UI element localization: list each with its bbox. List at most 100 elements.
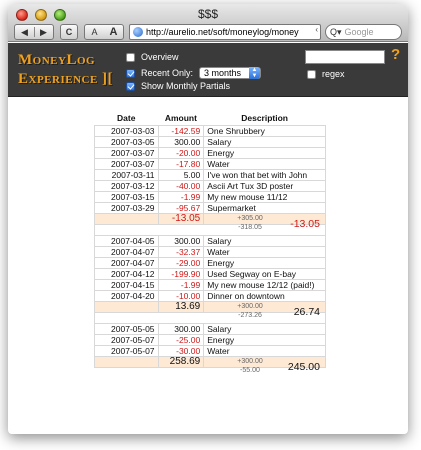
- row-date: 2007-03-12: [94, 179, 159, 192]
- partial-breakdown: +305.00 -318.05: [237, 214, 263, 232]
- table-row: 2007-04-05 300.00 Salary: [94, 234, 326, 247]
- row-amount: 300.00: [157, 234, 205, 247]
- row-date: 2007-04-15: [94, 278, 159, 291]
- search-field[interactable]: Q▾ Google: [325, 24, 402, 40]
- nav-button-group: ◀ ▶: [14, 24, 54, 40]
- table-row: 2007-04-12 -199.90 Used Segway on E-bay: [94, 267, 326, 280]
- forward-button[interactable]: ▶: [34, 27, 53, 38]
- row-date: 2007-04-07: [94, 245, 159, 258]
- row-amount: -32.37: [157, 245, 205, 258]
- row-amount: -142.59: [157, 124, 205, 137]
- logo-line-2: Experience ][: [18, 71, 114, 87]
- overview-checkbox[interactable]: [126, 52, 135, 62]
- partial-amount: 258.69: [157, 355, 205, 368]
- partial-date-cell: [94, 355, 159, 368]
- table-row: 2007-03-12 -40.00 Ascii Art Tux 3D poster: [94, 179, 326, 192]
- partial-breakdown: +300.00 -55.00: [237, 357, 263, 375]
- row-description: Used Segway on E-bay: [203, 267, 326, 280]
- text-smaller-button[interactable]: A: [85, 27, 104, 37]
- row-amount: -25.00: [157, 333, 205, 346]
- monthly-partials-option[interactable]: Show Monthly Partials: [126, 81, 230, 91]
- overview-option[interactable]: Overview: [126, 52, 179, 62]
- partial-date-cell: [94, 212, 159, 225]
- row-date: 2007-05-07: [94, 333, 159, 346]
- table-row: 2007-04-07 -32.37 Water: [94, 245, 326, 258]
- select-arrows-icon: ▲ ▼: [249, 67, 261, 79]
- text-bigger-button[interactable]: A: [104, 26, 123, 38]
- partial-expense: -273.26: [238, 311, 262, 319]
- row-description: Supermarket: [203, 201, 326, 214]
- partial-expense: -318.05: [238, 223, 262, 231]
- row-description: I've won that bet with John: [203, 168, 326, 181]
- row-description: Energy: [203, 333, 326, 346]
- table-row: 2007-04-15 -1.99 My new mouse 12/12 (paid!…: [94, 278, 326, 291]
- browser-window: $$$ ◀ ▶ C A A http://aurelio.net/soft/mo…: [8, 4, 408, 434]
- address-bar[interactable]: http://aurelio.net/soft/moneylog/money ‹: [129, 24, 321, 40]
- monthly-partial-row: -13.05 +305.00 -318.05 -13.05: [94, 212, 326, 231]
- recent-period-select[interactable]: 3 months ▲ ▼: [199, 67, 262, 79]
- row-date: 2007-03-07: [94, 157, 159, 170]
- help-icon[interactable]: ?: [391, 46, 400, 63]
- row-description: Salary: [203, 135, 326, 148]
- monthly-partials-checkbox[interactable]: [126, 81, 135, 91]
- table-header-row: Date Amount Description: [95, 111, 326, 125]
- row-description: Salary: [203, 322, 326, 335]
- row-description: Energy: [203, 146, 326, 159]
- row-description: Energy: [203, 256, 326, 269]
- row-amount: -30.00: [157, 344, 205, 357]
- text-size-group: A A: [84, 24, 124, 40]
- row-description: Dinner on downtown: [203, 289, 326, 302]
- row-date: 2007-05-05: [94, 322, 159, 335]
- row-amount: -17.80: [157, 157, 205, 170]
- window-title: $$$: [197, 7, 219, 21]
- regex-checkbox[interactable]: [307, 69, 316, 79]
- table-row: 2007-03-07 -20.00 Energy: [94, 146, 326, 159]
- row-date: 2007-03-05: [94, 135, 159, 148]
- row-date: 2007-03-29: [94, 201, 159, 214]
- monthly-partials-label: Show Monthly Partials: [141, 81, 231, 91]
- row-description: Water: [203, 245, 326, 258]
- partial-detail-cell: +305.00 -318.05 -13.05: [203, 212, 326, 231]
- row-date: 2007-03-15: [94, 190, 159, 203]
- moneylog-logo: MoneyLog Experience ][: [18, 51, 128, 89]
- table-row: 2007-05-07 -30.00 Water: [94, 344, 326, 357]
- partial-breakdown: +300.00 -273.26: [237, 302, 263, 320]
- table-row: 2007-05-07 -25.00 Energy: [94, 333, 326, 346]
- partial-total: -13.05: [290, 217, 320, 230]
- row-amount: -40.00: [157, 179, 205, 192]
- row-amount: -10.00: [157, 289, 205, 302]
- regex-label: regex: [322, 69, 345, 79]
- address-overflow-icon: ‹: [315, 25, 318, 34]
- row-description: One Shrubbery: [203, 124, 326, 137]
- table-row: 2007-05-05 300.00 Salary: [94, 322, 326, 335]
- search-placeholder: Google: [344, 27, 374, 37]
- browser-toolbar: $$$ ◀ ▶ C A A http://aurelio.net/soft/mo…: [8, 4, 408, 42]
- partial-expense: -55.00: [240, 366, 260, 374]
- back-button[interactable]: ◀: [15, 27, 34, 38]
- partial-total: 245.00: [287, 360, 320, 373]
- recent-period-value: 3 months: [204, 68, 242, 78]
- search-icon: Q▾: [330, 26, 342, 37]
- recent-checkbox[interactable]: [126, 68, 135, 78]
- filter-input[interactable]: [305, 50, 385, 64]
- row-amount: 300.00: [157, 135, 205, 148]
- partial-detail-cell: +300.00 -273.26 26.74: [203, 300, 326, 319]
- row-amount: -199.90: [157, 267, 205, 280]
- row-amount: -1.99: [157, 278, 205, 291]
- partial-income: +300.00: [237, 357, 263, 365]
- column-header-date[interactable]: Date: [95, 111, 159, 125]
- transactions-body: 2007-03-03 -142.59 One Shrubbery 2007-03-05…: [94, 124, 326, 374]
- column-header-description[interactable]: Description: [204, 111, 326, 125]
- month-separator: [94, 311, 326, 324]
- reload-button[interactable]: C: [60, 24, 78, 40]
- recent-option[interactable]: Recent Only: 3 months ▲ ▼: [126, 67, 262, 79]
- column-header-amount[interactable]: Amount: [158, 111, 204, 125]
- regex-option[interactable]: regex: [307, 69, 345, 79]
- row-date: 2007-03-03: [94, 124, 159, 137]
- row-amount: -95.67: [157, 201, 205, 214]
- monthly-partial-row: 13.69 +300.00 -273.26 26.74: [94, 300, 326, 319]
- logo-line-1: MoneyLog: [18, 52, 96, 68]
- partial-income: +300.00: [237, 302, 263, 310]
- table-row: 2007-03-07 -17.80 Water: [94, 157, 326, 170]
- row-description: Water: [203, 157, 326, 170]
